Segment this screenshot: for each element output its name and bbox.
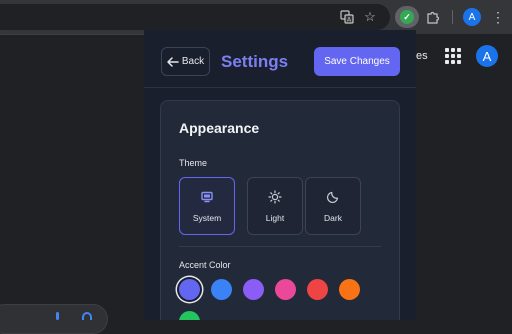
accent-swatch[interactable]	[275, 279, 296, 300]
theme-option-system[interactable]: System	[179, 177, 235, 235]
theme-label: Theme	[179, 158, 208, 168]
apps-grid-icon[interactable]	[445, 48, 461, 64]
accent-swatch[interactable]	[307, 279, 328, 300]
header-link-fragment[interactable]: es	[416, 50, 428, 62]
save-changes-button[interactable]: Save Changes	[314, 47, 400, 76]
back-button[interactable]: Back	[161, 47, 210, 76]
accent-swatch[interactable]	[179, 279, 200, 300]
page-divider	[0, 34, 150, 35]
browser-toolbar: A ☆ ✓ A ⋮	[0, 0, 512, 34]
theme-option-light[interactable]: Light	[247, 177, 303, 235]
monitor-icon	[200, 190, 214, 204]
star-icon[interactable]: ☆	[360, 7, 380, 27]
section-divider	[179, 246, 381, 247]
arrow-left-icon	[167, 56, 179, 67]
address-bar[interactable]	[0, 4, 390, 30]
accent-swatch[interactable]	[243, 279, 264, 300]
puzzle-icon[interactable]	[423, 7, 443, 27]
accent-color-label: Accent Color	[179, 260, 231, 270]
theme-option-label: Light	[265, 212, 285, 223]
accent-swatch[interactable]	[211, 279, 232, 300]
popup-header: Back Settings Save Changes	[144, 30, 416, 88]
page-avatar[interactable]: A	[476, 45, 498, 67]
background-page-header	[400, 34, 512, 320]
sun-icon	[268, 189, 282, 204]
theme-option-label: System	[192, 212, 222, 223]
moon-icon	[326, 190, 340, 204]
translate-icon[interactable]: A	[337, 7, 357, 27]
page-title: Settings	[221, 52, 289, 71]
toolbar-divider	[452, 10, 453, 24]
appearance-card: Appearance Theme System Light Dark Accen…	[160, 100, 400, 320]
settings-popup: Back Settings Save Changes Appearance Th…	[144, 30, 416, 320]
profile-avatar[interactable]: A	[463, 8, 481, 26]
accent-swatch[interactable]	[339, 279, 360, 300]
theme-option-dark[interactable]: Dark	[305, 177, 361, 235]
appearance-heading: Appearance	[179, 120, 260, 136]
accent-swatch[interactable]	[179, 311, 200, 320]
mic-icon[interactable]	[56, 312, 59, 320]
theme-option-label: Dark	[324, 212, 342, 223]
check-icon: ✓	[400, 10, 414, 24]
back-label: Back	[181, 56, 205, 67]
lens-icon[interactable]	[82, 312, 92, 320]
extension-active-icon[interactable]: ✓	[395, 6, 419, 28]
kebab-menu-icon[interactable]: ⋮	[491, 8, 505, 26]
